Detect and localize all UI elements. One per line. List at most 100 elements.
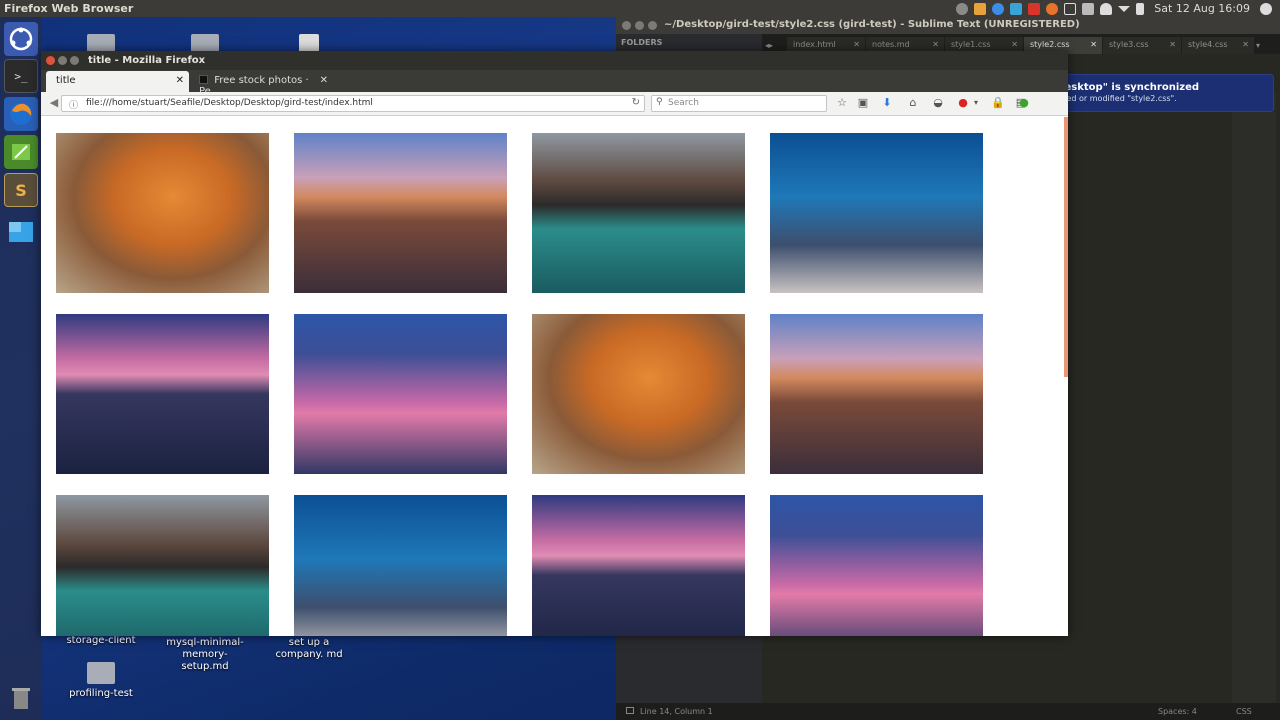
tab-style3-css[interactable]: style3.css ✕ (1103, 37, 1181, 54)
url-bar[interactable]: ⓘ file:///home/stuart/Seafile/Desktop/De… (61, 95, 645, 112)
folders-header: FOLDERS (621, 38, 663, 47)
gallery-image-cat (56, 133, 269, 293)
minimap[interactable] (1232, 94, 1276, 714)
tab-label: title (56, 75, 76, 86)
close-icon[interactable]: ✕ (932, 40, 939, 49)
dropbox-icon[interactable] (1010, 2, 1023, 15)
gallery-image-sunset (770, 495, 983, 636)
tab-label: style1.css (951, 40, 991, 49)
desktop-item-storage-client[interactable]: storage-client (56, 635, 146, 647)
maximize-button[interactable] (70, 56, 79, 65)
desktop-item-mysql-setup[interactable]: mysql-minimal-memory-setup.md (160, 637, 250, 673)
notification-bell-icon[interactable] (1100, 2, 1113, 15)
sync-notification: "Desktop" is synchronized Added or modif… (1041, 74, 1274, 112)
minimize-button[interactable] (58, 56, 67, 65)
gallery-image-boat (56, 314, 269, 474)
close-icon[interactable]: ✕ (320, 75, 328, 86)
sublime-title: ~/Desktop/gird-test/style2.css (gird-tes… (664, 19, 1080, 30)
close-icon[interactable]: ✕ (1090, 40, 1097, 49)
close-button[interactable] (46, 56, 55, 65)
back-arrow-icon[interactable]: ◀ (46, 96, 62, 112)
search-input[interactable]: ⚲ Search (651, 95, 827, 112)
desktop-item-label: profiling-test (69, 688, 133, 699)
workspace-switcher-icon[interactable] (4, 215, 38, 249)
panel-toggle-icon[interactable] (626, 707, 634, 714)
home-icon[interactable]: ⌂ (906, 96, 920, 110)
firefox-tray-icon[interactable] (1046, 2, 1059, 15)
gallery-image-city (770, 314, 983, 474)
close-button[interactable] (622, 21, 631, 30)
record-icon[interactable] (1028, 2, 1041, 15)
page-content (41, 117, 1068, 636)
folder-icon (87, 662, 115, 684)
sublime-status-bar: Line 14, Column 1 Spaces: 4 CSS (616, 703, 1280, 720)
close-icon[interactable]: ✕ (853, 40, 860, 49)
trash-icon[interactable] (4, 681, 38, 715)
tab-list-icon[interactable]: ▾ (1254, 37, 1268, 54)
desktop-item-profiling-test[interactable]: profiling-test (56, 662, 146, 700)
adblock-icon[interactable]: ● (956, 96, 970, 110)
search-placeholder: Search (668, 98, 699, 108)
bookmark-star-icon[interactable]: ☆ (835, 96, 849, 110)
keyboard-icon[interactable] (1082, 2, 1095, 15)
bookmarks-library-icon[interactable]: ▣ (856, 96, 870, 110)
tab-title[interactable]: title ✕ (46, 71, 189, 92)
indentation-setting[interactable]: Spaces: 4 (1158, 707, 1197, 716)
desktop-item-label: storage-client (66, 635, 136, 646)
close-icon[interactable]: ✕ (1169, 40, 1176, 49)
sublime-text-icon[interactable]: S (4, 173, 38, 207)
close-icon[interactable]: ✕ (1242, 40, 1249, 49)
terminal-icon[interactable]: >_ (4, 59, 38, 93)
lock-icon[interactable]: 🔒 (991, 96, 1005, 110)
gallery-image-house (532, 133, 745, 293)
tab-label: style3.css (1109, 40, 1149, 49)
firefox-window: title - Mozilla Firefox title ✕ Free sto… (41, 51, 1068, 636)
clock[interactable]: Sat 12 Aug 16:09 (1154, 2, 1250, 15)
scrollbar[interactable] (1064, 117, 1068, 377)
tab-label: notes.md (872, 40, 910, 49)
ubuntu-dash-icon[interactable] (4, 22, 38, 56)
seafile-icon[interactable] (992, 2, 1005, 15)
close-icon[interactable]: ✕ (1011, 40, 1018, 49)
reload-icon[interactable]: ↻ (632, 97, 640, 108)
firefox-tab-bar: title ✕ Free stock photos · Pe ✕ + (41, 70, 1068, 107)
tab-free-stock-photos[interactable]: Free stock photos · Pe ✕ (189, 71, 333, 97)
volume-icon[interactable] (1136, 2, 1145, 15)
desktop-folder-icon[interactable] (160, 34, 250, 56)
downloads-icon[interactable]: ⬇ (880, 96, 894, 110)
system-tray: Sat 12 Aug 16:09 (956, 0, 1280, 17)
launcher: >_ S (0, 17, 42, 720)
pexels-favicon-icon (199, 75, 208, 84)
pocket-icon[interactable]: ◒ (931, 96, 945, 110)
wifi-icon[interactable] (1118, 5, 1131, 12)
tab-label: style2.css (1030, 40, 1070, 49)
gallery-image-house (56, 495, 269, 636)
window-icon[interactable] (1064, 2, 1077, 15)
power-icon[interactable] (1260, 2, 1272, 15)
gallery-image-boat (532, 495, 745, 636)
desktop-folder-icon[interactable] (56, 34, 146, 56)
firefox-window-title: title - Mozilla Firefox (88, 55, 206, 66)
gallery-image-cat (532, 314, 745, 474)
syntax-setting[interactable]: CSS (1236, 707, 1252, 716)
firefox-launcher-icon[interactable] (4, 97, 38, 131)
sublime-titlebar: ~/Desktop/gird-test/style2.css (gird-tes… (616, 17, 1280, 34)
tab-style4-css[interactable]: style4.css ✕ (1182, 37, 1254, 54)
chevron-down-icon[interactable]: ▾ (969, 96, 983, 110)
url-text: file:///home/stuart/Seafile/Desktop/Desk… (86, 98, 373, 108)
desktop-item-label: mysql-minimal-memory-setup.md (166, 637, 244, 672)
maximize-button[interactable] (648, 21, 657, 30)
tab-label: style4.css (1188, 40, 1228, 49)
info-icon[interactable]: ⓘ (69, 98, 78, 111)
sync-icon[interactable] (974, 2, 987, 15)
close-icon[interactable]: ✕ (176, 75, 184, 86)
text-editor-icon[interactable] (4, 135, 38, 169)
tab-label: index.html (793, 40, 836, 49)
settings-icon[interactable] (956, 2, 969, 15)
minimize-button[interactable] (635, 21, 644, 30)
desktop-file-icon[interactable] (264, 34, 354, 56)
desktop-item-label: set up a company. md (275, 637, 343, 660)
desktop-item-company[interactable]: set up a company. md (264, 637, 354, 661)
cursor-position: Line 14, Column 1 (640, 707, 713, 716)
android-icon[interactable]: ● (1017, 96, 1031, 110)
